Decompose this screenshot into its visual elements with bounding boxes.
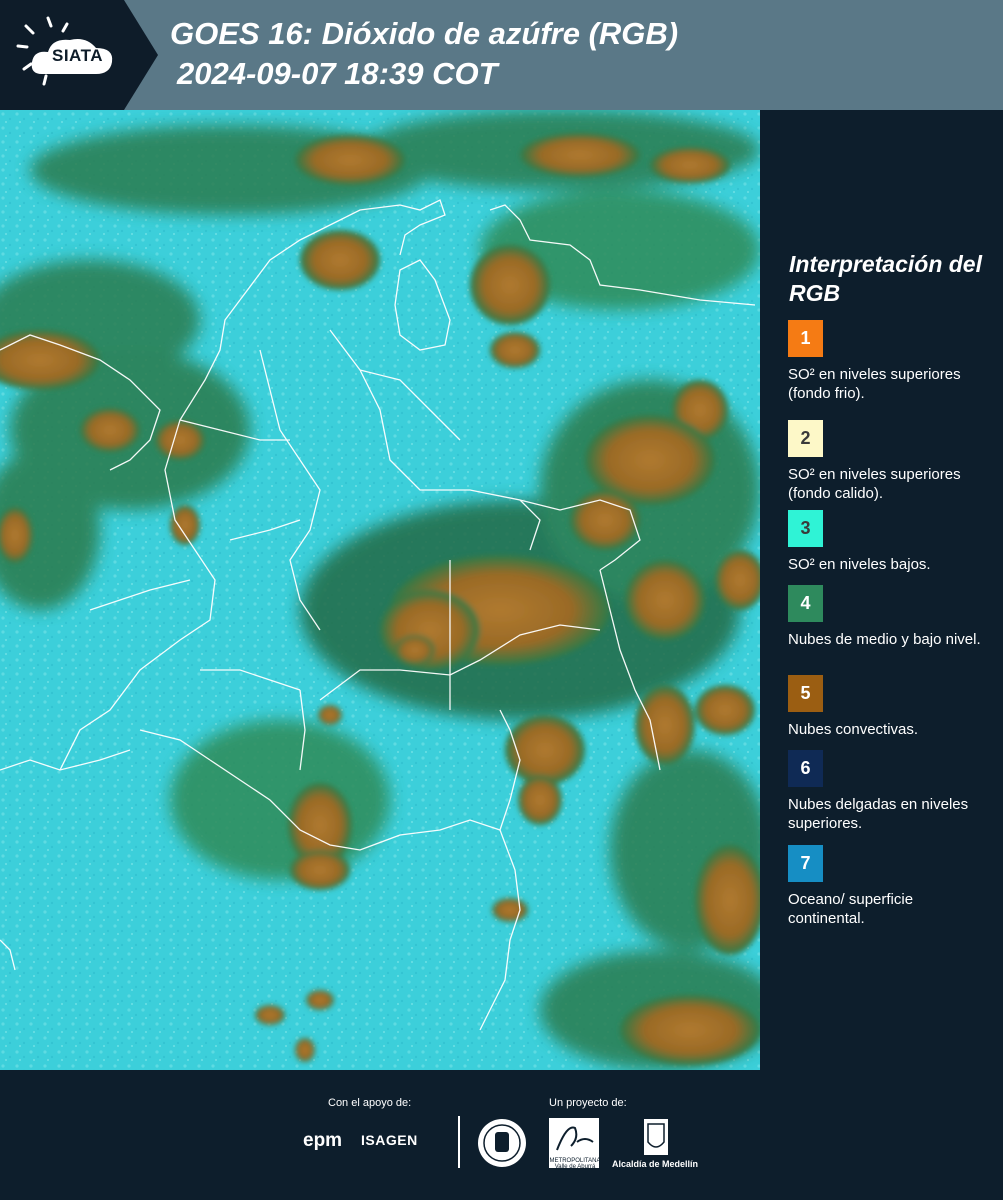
legend-title: Interpretación del RGB: [789, 251, 982, 306]
legend-swatch: 4: [788, 585, 823, 622]
alcaldia-shield-icon: [644, 1119, 668, 1155]
project-label: Un proyecto de:: [549, 1097, 627, 1109]
area-script-icon: [556, 1126, 594, 1151]
legend-description: Nubes delgadas en niveles superiores.: [788, 796, 969, 832]
legend-description: Nubes de medio y bajo nivel.: [788, 631, 981, 648]
support-label: Con el apoyo de:: [328, 1097, 412, 1109]
legend-item-6: 6 Nubes delgadas en niveles superiores.: [788, 750, 988, 833]
siata-logo: SIATA: [0, 0, 158, 110]
legend-item-2: 2 SO² en niveles superiores (fondo calido…: [788, 420, 988, 503]
legend-description: SO² en niveles superiores (fondo calido)…: [788, 466, 961, 502]
legend-item-7: 7 Oceano/ superficie continental.: [788, 845, 988, 928]
area-metropolitana-name: METROPOLITANA Valle de Aburrá: [549, 1158, 601, 1170]
page-title: GOES 16: Dióxido de azúfre (RGB): [170, 16, 679, 51]
satellite-rgb-image: [0, 110, 760, 1070]
legend-panel: Interpretación del RGB 1 SO² en niveles s…: [762, 110, 1003, 1070]
legend-description: SO² en niveles superiores (fondo frio).: [788, 366, 961, 402]
footer: Con el apoyo de: Un proyecto de: epm ISA…: [0, 1070, 1003, 1200]
legend-description: Nubes convectivas.: [788, 721, 919, 738]
page-timestamp: 2024-09-07 18:39 COT: [177, 56, 498, 91]
header-bar: SIATA GOES 16: Dióxido de azúfre (RGB) 2…: [0, 0, 1003, 110]
alcaldia-label: Alcaldía de Medellín: [612, 1159, 699, 1169]
satellite-map[interactable]: [0, 110, 760, 1070]
footer-divider: [458, 1116, 460, 1168]
legend-item-5: 5 Nubes convectivas.: [788, 675, 988, 739]
legend-swatch: 6: [788, 750, 823, 787]
legend-description: SO² en niveles bajos.: [788, 556, 931, 573]
legend-swatch: 2: [788, 420, 823, 457]
legend-item-1: 1 SO² en niveles superiores (fondo frio).: [788, 320, 988, 403]
isagen-logo: ISAGEN: [361, 1132, 418, 1148]
legend-swatch: 7: [788, 845, 823, 882]
legend-item-3: 3 SO² en niveles bajos.: [788, 510, 988, 574]
legend-swatch: 5: [788, 675, 823, 712]
legend-swatch: 1: [788, 320, 823, 357]
legend-description: Oceano/ superficie continental.: [788, 891, 914, 927]
legend-item-4: 4 Nubes de medio y bajo nivel.: [788, 585, 988, 649]
medellin-seal-icon: [478, 1119, 526, 1167]
epm-logo: epm: [303, 1130, 343, 1151]
siata-logo-text: SIATA: [52, 46, 103, 65]
legend-swatch: 3: [788, 510, 823, 547]
